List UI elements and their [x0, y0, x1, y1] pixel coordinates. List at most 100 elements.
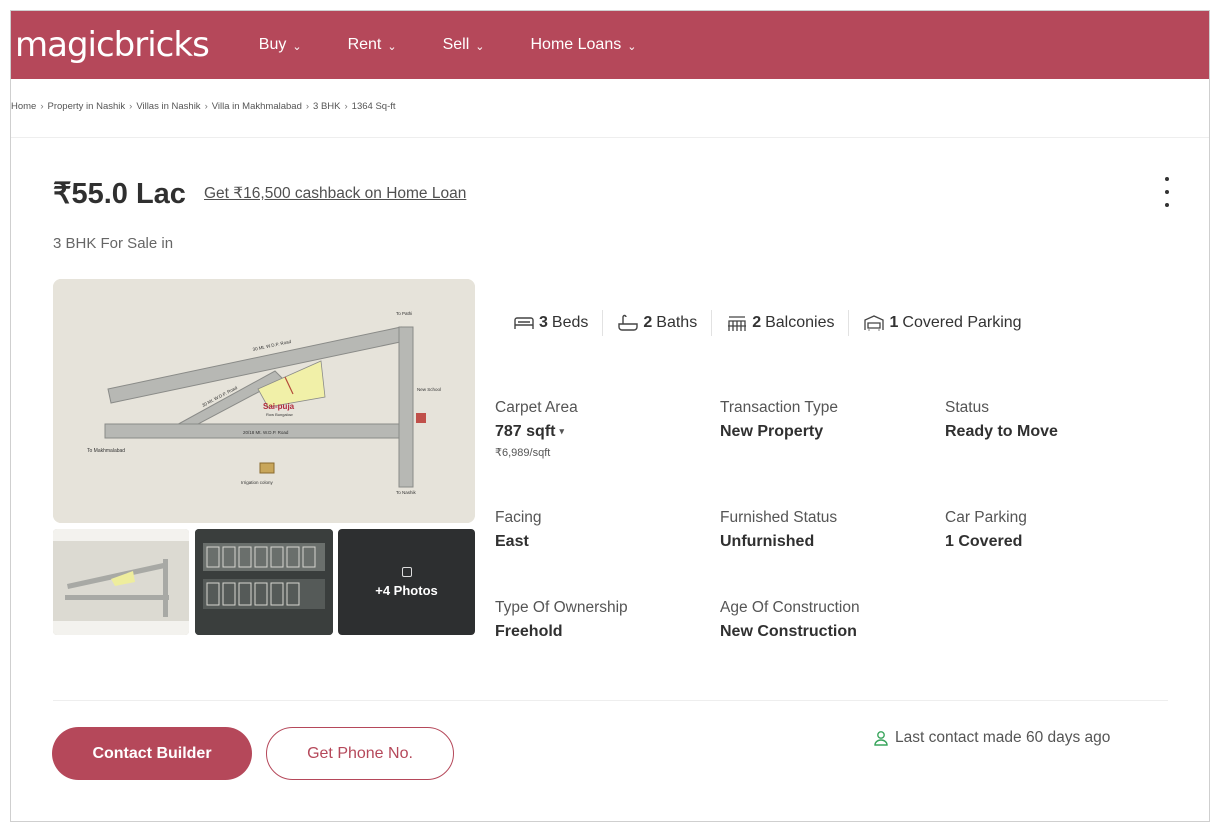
- bath-icon: [618, 314, 639, 331]
- amenity-parking-value: 1: [889, 314, 899, 331]
- amenity-balconies-label: Balconies: [765, 314, 835, 331]
- amenity-balconies-value: 2: [752, 314, 762, 331]
- amenity-baths-label: Baths: [656, 314, 698, 331]
- nav-sell-label: Sell: [442, 36, 470, 53]
- chevron-down-icon: ⌄: [387, 40, 397, 53]
- map-label-to-pathi: To Pathi: [396, 311, 412, 316]
- map-label-project-sub: Row Bungalow: [266, 412, 293, 417]
- amenity-beds-value: 3: [539, 314, 548, 331]
- detail-furnished-status: Furnished Status Unfurnished: [720, 509, 837, 551]
- divider: [711, 310, 713, 336]
- amenity-baths: 2 Baths: [617, 314, 697, 332]
- balcony-icon: [728, 316, 747, 331]
- map-label-to-nashik: To Nashik: [396, 490, 417, 495]
- nav-home-loans-label: Home Loans: [530, 36, 622, 53]
- detail-ownership: Type Of Ownership Freehold: [495, 599, 628, 641]
- thumbnail-layout-plan[interactable]: [195, 529, 333, 635]
- divider: [11, 137, 1209, 138]
- carpet-area-value: 787 sqft: [495, 423, 556, 440]
- page-frame: magicbricks Buy ⌄ Rent ⌄ Sell ⌄ Home Loa…: [10, 10, 1210, 822]
- transaction-type-label: Transaction Type: [720, 399, 839, 416]
- thumbnail-map-image: [53, 529, 189, 635]
- breadcrumb-3bhk[interactable]: 3 BHK: [313, 101, 340, 112]
- furnished-status-value: Unfurnished: [720, 533, 815, 550]
- contact-builder-button[interactable]: Contact Builder: [52, 727, 252, 780]
- chevron-down-icon: ⌄: [475, 40, 485, 53]
- breadcrumb-home[interactable]: Home: [11, 101, 36, 112]
- ownership-value: Freehold: [495, 623, 563, 640]
- breadcrumb-separator: ›: [344, 101, 348, 112]
- breadcrumb-property-in-nashik[interactable]: Property in Nashik: [48, 101, 126, 112]
- detail-status: Status Ready to Move: [945, 399, 1058, 441]
- thumbnail-more-photos[interactable]: +4 Photos: [338, 529, 475, 635]
- thumbnail-map[interactable]: [53, 529, 189, 635]
- nav-sell[interactable]: Sell ⌄: [443, 36, 485, 54]
- status-label: Status: [945, 399, 989, 416]
- thumbnail-layout-image: [195, 529, 333, 635]
- divider: [602, 310, 604, 336]
- photo-gallery-icon: [401, 566, 412, 577]
- chevron-down-icon: ⌄: [292, 40, 302, 53]
- user-icon: [874, 731, 888, 746]
- breadcrumb-separator: ›: [204, 101, 208, 112]
- breadcrumb-area: 1364 Sq-ft: [351, 101, 396, 112]
- amenity-baths-value: 2: [643, 314, 653, 331]
- detail-car-parking: Car Parking 1 Covered: [945, 509, 1027, 551]
- breadcrumb-separator: ›: [40, 101, 44, 112]
- bed-icon: [514, 317, 534, 329]
- listing-subtitle: 3 BHK For Sale in: [53, 235, 174, 252]
- ownership-label: Type Of Ownership: [495, 599, 628, 616]
- top-nav-bar: magicbricks Buy ⌄ Rent ⌄ Sell ⌄ Home Loa…: [11, 11, 1209, 79]
- last-contact-text: Last contact made 60 days ago: [895, 729, 1111, 746]
- price-per-sqft: ₹6,989/sqft: [495, 447, 551, 459]
- amenity-parking-label: Covered Parking: [902, 314, 1022, 331]
- carpet-area-label: Carpet Area: [495, 399, 578, 416]
- detail-carpet-area: Carpet Area 787 sqft ▾ ₹6,989/sqft: [495, 399, 578, 459]
- last-contact-info: Last contact made 60 days ago: [873, 729, 1110, 747]
- breadcrumb: Home › Property in Nashik › Villas in Na…: [11, 101, 396, 112]
- nav-rent-label: Rent: [347, 36, 382, 53]
- listing-price: ₹55.0 Lac: [53, 178, 186, 210]
- carpet-area-value-toggle[interactable]: 787 sqft ▾: [495, 423, 578, 441]
- map-label-road-lower: 20/18 Mt. W.D.P. Road: [243, 430, 289, 435]
- nav-buy[interactable]: Buy ⌄: [259, 36, 302, 54]
- more-photos-label: +4 Photos: [375, 582, 438, 598]
- transaction-type-value: New Property: [720, 423, 824, 440]
- breadcrumb-separator: ›: [129, 101, 133, 112]
- amenity-balconies: 2 Balconies: [726, 314, 834, 332]
- nav-home-loans[interactable]: Home Loans ⌄: [531, 36, 637, 54]
- amenity-beds-label: Beds: [551, 314, 589, 331]
- nav-buy-label: Buy: [258, 36, 287, 53]
- map-label-project: Sai-puja: [263, 402, 295, 411]
- breadcrumb-villas-in-nashik[interactable]: Villas in Nashik: [136, 101, 200, 112]
- get-phone-button[interactable]: Get Phone No.: [266, 727, 454, 780]
- facing-label: Facing: [495, 509, 542, 526]
- status-value: Ready to Move: [945, 423, 1058, 440]
- amenities-row: 3 Beds 2 Baths 2 Balconies 1 Covered Par…: [513, 310, 1022, 336]
- detail-transaction-type: Transaction Type New Property: [720, 399, 838, 441]
- cashback-link[interactable]: Get ₹16,500 cashback on Home Loan: [204, 184, 466, 203]
- breadcrumb-villa-in-makhmalabad[interactable]: Villa in Makhmalabad: [212, 101, 302, 112]
- age-of-construction-value: New Construction: [720, 623, 857, 640]
- car-parking-value: 1 Covered: [945, 533, 1023, 550]
- caret-down-icon: ▾: [559, 426, 564, 437]
- chevron-down-icon: ⌄: [627, 40, 637, 53]
- amenity-beds: 3 Beds: [513, 314, 588, 332]
- divider: [848, 310, 850, 336]
- map-label-new-school: New School: [417, 387, 441, 392]
- nav-rent[interactable]: Rent ⌄: [348, 36, 397, 54]
- divider: [53, 700, 1168, 701]
- breadcrumb-separator: ›: [305, 101, 310, 112]
- car-icon: [864, 315, 885, 331]
- furnished-status-label: Furnished Status: [720, 509, 838, 526]
- map-label-to-makhmalabad: To Makhmalabad: [87, 448, 125, 454]
- facing-value: East: [495, 533, 529, 550]
- main-photo-location-map[interactable]: 30 Mt. W.D.P. Road 30 Mt. W.D.P. Road 20…: [53, 279, 475, 523]
- age-of-construction-label: Age Of Construction: [720, 599, 860, 616]
- detail-facing: Facing East: [495, 509, 542, 551]
- car-parking-label: Car Parking: [945, 509, 1027, 526]
- more-options-icon[interactable]: [1161, 177, 1173, 207]
- map-label-irrigation: Irrigation colony: [241, 480, 274, 485]
- location-map-image: 30 Mt. W.D.P. Road 30 Mt. W.D.P. Road 20…: [53, 279, 475, 523]
- magicbricks-logo[interactable]: magicbricks: [15, 25, 210, 65]
